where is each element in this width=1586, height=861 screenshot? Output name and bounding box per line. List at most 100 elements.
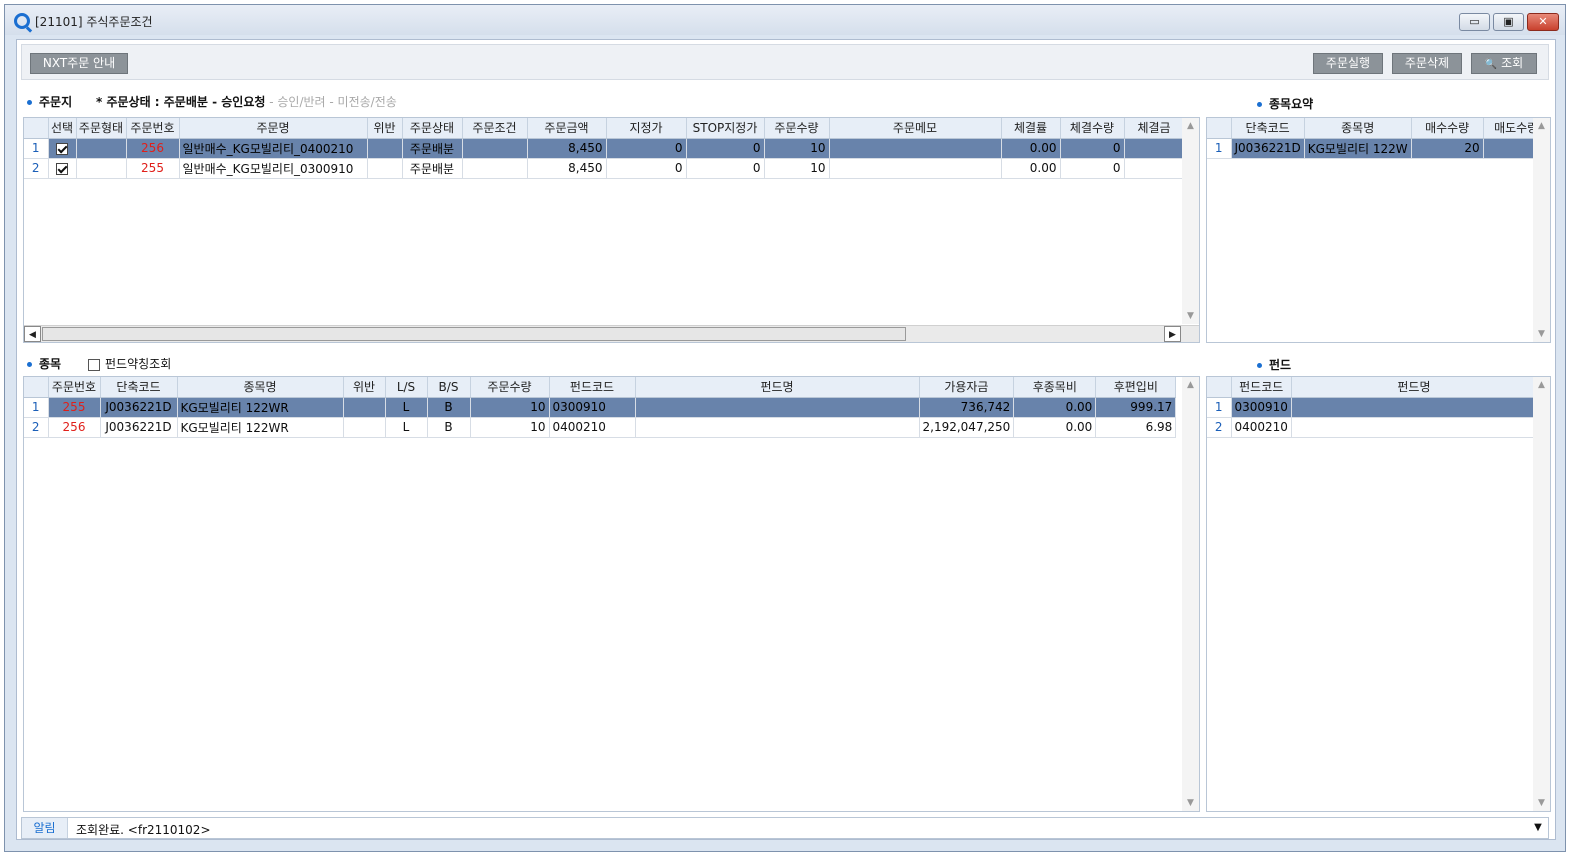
order-col-header-8[interactable]: 주문금액 [527, 118, 607, 139]
order-col-header-6[interactable]: 주문상태 [402, 118, 463, 139]
item-col-header-3[interactable]: 종목명 [177, 377, 344, 398]
item-row[interactable]: 1 255 J0036221D KG모빌리티 122WR L B 10 0300910 736,… [24, 397, 1177, 418]
item-col-header-12[interactable]: 후편입비 [1095, 377, 1177, 398]
item-col-header-7[interactable]: 주문수량 [470, 377, 550, 398]
summary-col-header-2[interactable]: 종목명 [1304, 118, 1412, 139]
order-grid-vscroll[interactable]: ▲ ▼ [1182, 118, 1199, 324]
order-col-header-1[interactable]: 선택 [48, 118, 77, 139]
summary-col-header-3[interactable]: 매수수량 [1411, 118, 1484, 139]
fund-grid[interactable]: 펀드코드 펀드명 1 0300910 2 0400210 ▲ ▼ [1206, 376, 1551, 812]
post-stock-ratio-cell: 0.00 [1013, 417, 1097, 438]
order-col-header-12[interactable]: 주문메모 [829, 118, 1002, 139]
scroll-up-icon[interactable]: ▲ [1533, 118, 1550, 134]
fund-grid-vscroll[interactable]: ▲ ▼ [1533, 377, 1550, 811]
order-col-header-3[interactable]: 주문번호 [126, 118, 180, 139]
order-col-header-2[interactable]: 주문형태 [76, 118, 127, 139]
fund-abbrev-checkbox[interactable]: 펀드약칭조회 [88, 355, 171, 372]
delete-order-button[interactable]: 주문삭제 [1392, 53, 1462, 74]
item-col-header-2[interactable]: 단축코드 [100, 377, 178, 398]
summary-col-header-1[interactable]: 단축코드 [1231, 118, 1305, 139]
scroll-down-icon[interactable]: ▼ [1533, 326, 1550, 342]
item-row[interactable]: 2 256 J0036221D KG모빌리티 122WR L B 10 0400210 2,19… [24, 417, 1177, 438]
order-qty-cell: 10 [470, 397, 550, 418]
fill-amount-cell [1124, 138, 1185, 159]
fund-col-header-2[interactable]: 펀드명 [1291, 377, 1537, 398]
checkbox-icon[interactable] [56, 142, 68, 155]
order-row[interactable]: 2 255 일반매수_KG모빌리티_0300910 주문배분 8,450 0 0 10 0.00… [24, 158, 1185, 179]
minimize-button[interactable]: ▭ [1459, 13, 1490, 31]
item-grid-vscroll[interactable]: ▲ ▼ [1182, 377, 1199, 811]
item-col-header-5[interactable]: L/S [385, 377, 428, 398]
scroll-up-icon[interactable]: ▲ [1182, 118, 1199, 134]
fund-row[interactable]: 1 0300910 [1207, 397, 1537, 418]
row-number: 2 [24, 158, 49, 179]
fund-code-cell: 0300910 [1231, 397, 1292, 418]
order-grid[interactable]: 선택 주문형태 주문번호 주문명 위반 주문상태 주문조건 주문금액 지정가 STOP지정가 주문수… [23, 117, 1200, 343]
status-bar: 알림 조회완료. <fr2110102> ▼ [21, 817, 1549, 839]
item-col-header-9[interactable]: 펀드명 [635, 377, 920, 398]
order-col-header-11[interactable]: 주문수량 [764, 118, 830, 139]
fund-name-cell [635, 397, 920, 418]
fund-col-header-0[interactable] [1207, 377, 1232, 398]
fill-qty-cell: 0 [1060, 138, 1125, 159]
checkbox-icon[interactable] [88, 358, 100, 371]
execute-order-button[interactable]: 주문실행 [1313, 53, 1383, 74]
checkbox-icon[interactable] [56, 162, 68, 175]
order-memo-cell [829, 138, 1002, 159]
maximize-button[interactable]: ▣ [1493, 13, 1524, 31]
summary-grid[interactable]: 단축코드종목명매수수량매도수량 1J0036221DKG모빌리티 122W200… [1206, 117, 1551, 343]
order-col-header-7[interactable]: 주문조건 [462, 118, 528, 139]
close-button[interactable]: ✕ [1527, 13, 1559, 31]
long-short-cell: L [385, 417, 428, 438]
title-bar[interactable]: [21101] 주식주문조건 ▭ ▣ ✕ [5, 5, 1565, 35]
status-label: 알림 [22, 818, 68, 838]
scroll-up-icon[interactable]: ▲ [1182, 377, 1199, 393]
order-grid-hscroll[interactable]: ◀ ▶ [24, 325, 1199, 342]
scroll-down-icon[interactable]: ▼ [1182, 795, 1199, 811]
order-section-title: 주문지 [39, 95, 73, 109]
item-col-header-10[interactable]: 가용자금 [919, 377, 1015, 398]
order-col-header-4[interactable]: 주문명 [179, 118, 368, 139]
short-code-cell: J0036221D [100, 397, 178, 418]
hscroll-thumb[interactable] [42, 327, 906, 341]
order-row[interactable]: 1 256 일반매수_KG모빌리티_0400210 주문배분 8,450 0 0 10 0.00… [24, 138, 1185, 159]
summary-row[interactable]: 1J0036221DKG모빌리티 122W200 [1207, 138, 1550, 159]
scroll-down-icon[interactable]: ▼ [1533, 795, 1550, 811]
chevron-down-icon[interactable]: ▼ [1528, 818, 1548, 838]
scroll-down-icon[interactable]: ▼ [1182, 308, 1199, 324]
scroll-left-icon[interactable]: ◀ [24, 326, 41, 342]
select-cell[interactable] [48, 138, 77, 159]
scroll-right-icon[interactable]: ▶ [1164, 326, 1181, 342]
summary-col-header-0[interactable] [1207, 118, 1232, 139]
item-col-header-6[interactable]: B/S [427, 377, 471, 398]
nxt-order-info-button[interactable]: NXT주문 안내 [30, 53, 128, 74]
fund-row[interactable]: 2 0400210 [1207, 417, 1537, 438]
row-number: 2 [24, 417, 49, 438]
order-col-header-13[interactable]: 체결률 [1001, 118, 1061, 139]
stock-name-cell: KG모빌리티 122W [1304, 138, 1412, 159]
select-cell[interactable] [48, 158, 77, 179]
summary-grid-vscroll[interactable]: ▲ ▼ [1533, 118, 1550, 342]
buy-sell-cell: B [427, 417, 471, 438]
order-number-cell: 256 [48, 417, 101, 438]
order-col-header-10[interactable]: STOP지정가 [686, 118, 765, 139]
order-status-cell: 주문배분 [402, 138, 463, 159]
item-col-header-0[interactable] [24, 377, 49, 398]
order-col-header-5[interactable]: 위반 [367, 118, 403, 139]
window-title: [21101] 주식주문조건 [35, 15, 153, 29]
bullet-icon [27, 100, 32, 105]
item-grid[interactable]: 주문번호 단축코드 종목명 위반 L/S B/S 주문수량 펀드코드 펀드명 가용자금 후종목비 후편… [23, 376, 1200, 812]
order-col-header-15[interactable]: 체결금 [1124, 118, 1185, 139]
item-col-header-1[interactable]: 주문번호 [48, 377, 101, 398]
item-col-header-4[interactable]: 위반 [343, 377, 386, 398]
violation-cell [343, 417, 386, 438]
search-button[interactable]: 🔍 조회 [1471, 53, 1537, 74]
order-col-header-14[interactable]: 체결수량 [1060, 118, 1125, 139]
item-col-header-8[interactable]: 펀드코드 [549, 377, 636, 398]
scroll-up-icon[interactable]: ▲ [1533, 377, 1550, 393]
fund-col-header-1[interactable]: 펀드코드 [1231, 377, 1292, 398]
order-col-header-9[interactable]: 지정가 [606, 118, 687, 139]
order-col-header-0[interactable] [24, 118, 49, 139]
item-col-header-11[interactable]: 후종목비 [1013, 377, 1097, 398]
client-area: NXT주문 안내 주문실행 주문삭제 🔍 조회 주문지 * 주문상태 : 주문배… [16, 39, 1556, 840]
